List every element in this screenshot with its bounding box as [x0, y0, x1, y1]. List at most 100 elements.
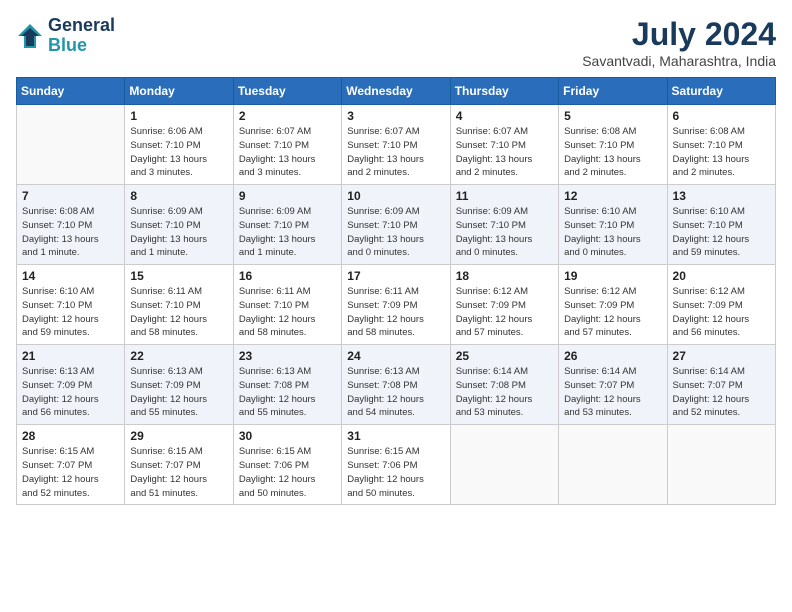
weekday-header: Friday [559, 78, 667, 105]
day-info: Sunrise: 6:10 AM Sunset: 7:10 PM Dayligh… [564, 205, 661, 260]
day-number: 14 [22, 269, 119, 283]
location: Savantvadi, Maharashtra, India [582, 53, 776, 69]
day-number: 13 [673, 189, 770, 203]
calendar-day-cell [559, 425, 667, 505]
day-info: Sunrise: 6:09 AM Sunset: 7:10 PM Dayligh… [347, 205, 444, 260]
calendar-day-cell: 1Sunrise: 6:06 AM Sunset: 7:10 PM Daylig… [125, 105, 233, 185]
day-number: 8 [130, 189, 227, 203]
day-info: Sunrise: 6:13 AM Sunset: 7:09 PM Dayligh… [22, 365, 119, 420]
calendar-day-cell: 28 Sunrise: 6:15 AM Sunset: 7:07 PM Dayli… [17, 425, 125, 505]
day-info: Sunrise: 6:15 AM Sunset: 7:07 PM Dayligh… [22, 445, 119, 500]
day-number: 28 [22, 429, 119, 443]
day-info: Sunrise: 6:09 AM Sunset: 7:10 PM Dayligh… [130, 205, 227, 260]
day-info: Sunrise: 6:08 AM Sunset: 7:10 PM Dayligh… [22, 205, 119, 260]
calendar-day-cell: 9 Sunrise: 6:09 AM Sunset: 7:10 PM Daylig… [233, 185, 341, 265]
calendar-day-cell: 11 Sunrise: 6:09 AM Sunset: 7:10 PM Dayli… [450, 185, 558, 265]
day-info: Sunrise: 6:13 AM Sunset: 7:08 PM Dayligh… [239, 365, 336, 420]
calendar-day-cell: 22 Sunrise: 6:13 AM Sunset: 7:09 PM Dayli… [125, 345, 233, 425]
day-info: Sunrise: 6:12 AM Sunset: 7:09 PM Dayligh… [673, 285, 770, 340]
calendar-day-cell [450, 425, 558, 505]
day-info: Sunrise: 6:11 AM Sunset: 7:10 PM Dayligh… [130, 285, 227, 340]
day-info: Sunrise: 6:15 AM Sunset: 7:06 PM Dayligh… [347, 445, 444, 500]
day-number: 27 [673, 349, 770, 363]
logo-text: General Blue [48, 16, 115, 56]
day-number: 20 [673, 269, 770, 283]
day-number: 18 [456, 269, 553, 283]
day-number: 4 [456, 109, 553, 123]
calendar-day-cell: 23 Sunrise: 6:13 AM Sunset: 7:08 PM Dayli… [233, 345, 341, 425]
calendar-week-row: 1Sunrise: 6:06 AM Sunset: 7:10 PM Daylig… [17, 105, 776, 185]
day-info: Sunrise: 6:09 AM Sunset: 7:10 PM Dayligh… [456, 205, 553, 260]
weekday-header: Wednesday [342, 78, 450, 105]
calendar-day-cell: 13 Sunrise: 6:10 AM Sunset: 7:10 PM Dayli… [667, 185, 775, 265]
calendar-day-cell: 25Sunrise: 6:14 AM Sunset: 7:08 PM Dayli… [450, 345, 558, 425]
calendar-day-cell: 21Sunrise: 6:13 AM Sunset: 7:09 PM Dayli… [17, 345, 125, 425]
calendar-day-cell: 16 Sunrise: 6:11 AM Sunset: 7:10 PM Dayli… [233, 265, 341, 345]
calendar-day-cell: 18 Sunrise: 6:12 AM Sunset: 7:09 PM Dayli… [450, 265, 558, 345]
day-number: 17 [347, 269, 444, 283]
day-number: 7 [22, 189, 119, 203]
month-year: July 2024 [582, 16, 776, 53]
day-info: Sunrise: 6:15 AM Sunset: 7:06 PM Dayligh… [239, 445, 336, 500]
day-info: Sunrise: 6:15 AM Sunset: 7:07 PM Dayligh… [130, 445, 227, 500]
logo: General Blue [16, 16, 115, 56]
calendar-day-cell: 30 Sunrise: 6:15 AM Sunset: 7:06 PM Dayli… [233, 425, 341, 505]
calendar-day-cell: 17Sunrise: 6:11 AM Sunset: 7:09 PM Dayli… [342, 265, 450, 345]
page-header: General Blue July 2024 Savantvadi, Mahar… [16, 16, 776, 69]
day-number: 29 [130, 429, 227, 443]
day-info: Sunrise: 6:10 AM Sunset: 7:10 PM Dayligh… [673, 205, 770, 260]
day-number: 5 [564, 109, 661, 123]
day-info: Sunrise: 6:11 AM Sunset: 7:10 PM Dayligh… [239, 285, 336, 340]
calendar-day-cell [667, 425, 775, 505]
weekday-header: Monday [125, 78, 233, 105]
calendar-week-row: 28 Sunrise: 6:15 AM Sunset: 7:07 PM Dayli… [17, 425, 776, 505]
calendar-day-cell: 3Sunrise: 6:07 AM Sunset: 7:10 PM Daylig… [342, 105, 450, 185]
weekday-header: Thursday [450, 78, 558, 105]
calendar-day-cell: 8 Sunrise: 6:09 AM Sunset: 7:10 PM Daylig… [125, 185, 233, 265]
calendar-day-cell [17, 105, 125, 185]
calendar-day-cell: 19 Sunrise: 6:12 AM Sunset: 7:09 PM Dayli… [559, 265, 667, 345]
calendar-day-cell: 31 Sunrise: 6:15 AM Sunset: 7:06 PM Dayli… [342, 425, 450, 505]
day-info: Sunrise: 6:07 AM Sunset: 7:10 PM Dayligh… [456, 125, 553, 180]
day-number: 26 [564, 349, 661, 363]
calendar-day-cell: 24Sunrise: 6:13 AM Sunset: 7:08 PM Dayli… [342, 345, 450, 425]
day-info: Sunrise: 6:10 AM Sunset: 7:10 PM Dayligh… [22, 285, 119, 340]
calendar-day-cell: 6Sunrise: 6:08 AM Sunset: 7:10 PM Daylig… [667, 105, 775, 185]
calendar-day-cell: 2Sunrise: 6:07 AM Sunset: 7:10 PM Daylig… [233, 105, 341, 185]
day-number: 30 [239, 429, 336, 443]
day-info: Sunrise: 6:14 AM Sunset: 7:08 PM Dayligh… [456, 365, 553, 420]
title-block: July 2024 Savantvadi, Maharashtra, India [582, 16, 776, 69]
day-info: Sunrise: 6:07 AM Sunset: 7:10 PM Dayligh… [239, 125, 336, 180]
day-info: Sunrise: 6:09 AM Sunset: 7:10 PM Dayligh… [239, 205, 336, 260]
calendar-day-cell: 27Sunrise: 6:14 AM Sunset: 7:07 PM Dayli… [667, 345, 775, 425]
day-number: 31 [347, 429, 444, 443]
calendar-header: SundayMondayTuesdayWednesdayThursdayFrid… [17, 78, 776, 105]
day-number: 23 [239, 349, 336, 363]
calendar-week-row: 21Sunrise: 6:13 AM Sunset: 7:09 PM Dayli… [17, 345, 776, 425]
day-number: 16 [239, 269, 336, 283]
logo-line2: Blue [48, 36, 115, 56]
day-info: Sunrise: 6:13 AM Sunset: 7:09 PM Dayligh… [130, 365, 227, 420]
calendar-day-cell: 12 Sunrise: 6:10 AM Sunset: 7:10 PM Dayli… [559, 185, 667, 265]
calendar-day-cell: 5Sunrise: 6:08 AM Sunset: 7:10 PM Daylig… [559, 105, 667, 185]
day-number: 11 [456, 189, 553, 203]
day-number: 19 [564, 269, 661, 283]
calendar-day-cell: 4 Sunrise: 6:07 AM Sunset: 7:10 PM Daylig… [450, 105, 558, 185]
day-number: 1 [130, 109, 227, 123]
day-info: Sunrise: 6:12 AM Sunset: 7:09 PM Dayligh… [564, 285, 661, 340]
day-number: 3 [347, 109, 444, 123]
day-info: Sunrise: 6:08 AM Sunset: 7:10 PM Dayligh… [673, 125, 770, 180]
day-number: 10 [347, 189, 444, 203]
day-number: 24 [347, 349, 444, 363]
calendar-body: 1Sunrise: 6:06 AM Sunset: 7:10 PM Daylig… [17, 105, 776, 505]
day-number: 12 [564, 189, 661, 203]
day-number: 9 [239, 189, 336, 203]
day-number: 15 [130, 269, 227, 283]
logo-line1: General [48, 16, 115, 36]
calendar-day-cell: 26Sunrise: 6:14 AM Sunset: 7:07 PM Dayli… [559, 345, 667, 425]
calendar-day-cell: 14 Sunrise: 6:10 AM Sunset: 7:10 PM Dayli… [17, 265, 125, 345]
day-info: Sunrise: 6:12 AM Sunset: 7:09 PM Dayligh… [456, 285, 553, 340]
calendar-week-row: 14 Sunrise: 6:10 AM Sunset: 7:10 PM Dayli… [17, 265, 776, 345]
weekday-header: Tuesday [233, 78, 341, 105]
day-number: 22 [130, 349, 227, 363]
